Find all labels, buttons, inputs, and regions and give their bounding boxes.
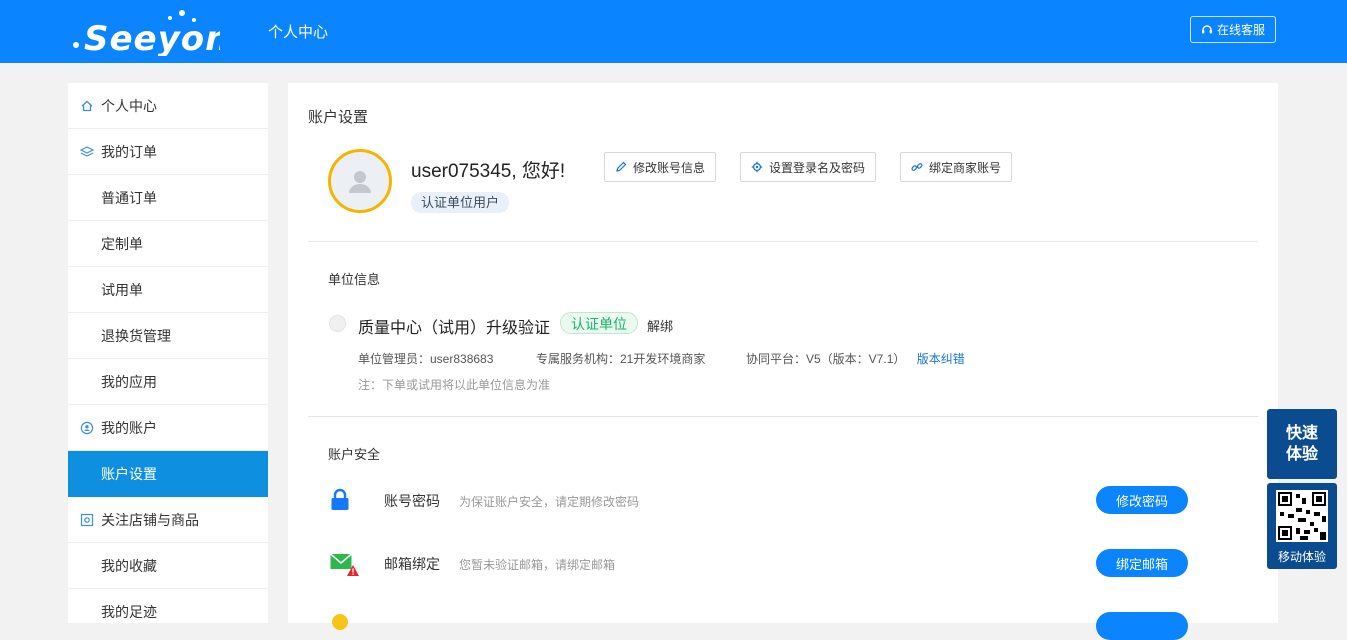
- sidebar-item-returns[interactable]: 退换货管理: [68, 313, 268, 359]
- mobile-experience-label: 移动体验: [1277, 550, 1326, 564]
- sidebar-item-footprints[interactable]: 我的足迹: [68, 589, 268, 623]
- unit-logo: [329, 315, 346, 332]
- bind-merchant-account-button[interactable]: 绑定商家账号: [900, 152, 1013, 182]
- password-label: 账号密码: [384, 493, 440, 509]
- sidebar-item-label: 普通订单: [101, 189, 157, 206]
- sidebar-item-label: 个人中心: [101, 97, 157, 114]
- change-password-button[interactable]: 修改密码: [1096, 486, 1188, 514]
- certified-unit-badge: 认证单位: [560, 312, 638, 334]
- account-icon: [80, 421, 94, 435]
- unit-note: 注：下单或试用将以此单位信息为准: [358, 378, 551, 392]
- sidebar-item-custom-orders[interactable]: 定制单: [68, 221, 268, 267]
- sidebar-item-trial-orders[interactable]: 试用单: [68, 267, 268, 313]
- seeyon-logo[interactable]: Seeyon: [70, 6, 220, 56]
- top-header: Seeyon 个人中心 在线客服: [0, 0, 1347, 63]
- main-panel: 账户设置 user075345, 您好! 认证单位用户 修改账号信息 设置登录名…: [288, 83, 1278, 640]
- sidebar-item-label: 试用单: [101, 281, 143, 298]
- email-label: 邮箱绑定: [384, 556, 440, 572]
- user-greeting: user075345, 您好!: [411, 161, 566, 182]
- set-login-password-label: 设置登录名及密码: [769, 160, 866, 175]
- unit-admin: 单位管理员：user838683: [358, 352, 494, 366]
- unit-name: 质量中心（试用）升级验证: [358, 320, 551, 337]
- online-service-button[interactable]: 在线客服: [1190, 16, 1276, 43]
- pencil-icon: [616, 161, 627, 172]
- unit-platform-text: 协同平台：V5（版本：V7.1）: [746, 352, 906, 366]
- svg-text:Seeyon: Seeyon: [84, 19, 220, 56]
- link-icon: [911, 163, 923, 171]
- sidebar-item-my-account[interactable]: 我的账户: [68, 405, 268, 451]
- unit-info-section-title: 单位信息: [328, 272, 381, 287]
- layers-icon: [80, 145, 94, 159]
- edit-account-info-label: 修改账号信息: [633, 160, 706, 175]
- account-security-section-title: 账户安全: [328, 447, 381, 462]
- email-desc: 您暂未验证邮箱，请绑定邮箱: [459, 558, 616, 572]
- sidebar-item-favorites[interactable]: 我的收藏: [68, 543, 268, 589]
- sidebar-item-followed-stores[interactable]: 关注店铺与商品: [68, 497, 268, 543]
- sidebar-item-label: 定制单: [101, 235, 143, 252]
- lock-icon: [331, 488, 349, 510]
- sidebar-item-label: 退换货管理: [101, 327, 171, 344]
- sidebar-item-my-orders[interactable]: 我的订单: [68, 129, 268, 175]
- header-title: 个人中心: [268, 24, 329, 41]
- unit-service-org: 专属服务机构：21开发环境商家: [536, 352, 706, 366]
- section-divider: [308, 241, 1258, 242]
- sidebar-item-account-settings[interactable]: 账户设置: [68, 451, 268, 497]
- next-row-button[interactable]: [1096, 612, 1188, 640]
- edit-account-info-button[interactable]: 修改账号信息: [604, 152, 717, 182]
- mail-warning-icon: [330, 553, 359, 576]
- sidebar-item-label: 我的账户: [101, 419, 157, 436]
- page-title: 账户设置: [308, 109, 369, 126]
- avatar[interactable]: [328, 149, 392, 213]
- sidebar-item-label: 我的应用: [101, 373, 157, 390]
- phone-status-icon: [332, 614, 348, 630]
- headset-icon: [1201, 24, 1212, 33]
- store-icon: [80, 513, 94, 527]
- sidebar-item-label: 我的足迹: [101, 603, 157, 620]
- mobile-experience-button[interactable]: 移动体验: [1267, 483, 1337, 569]
- version-correction-link[interactable]: 版本纠错: [917, 352, 965, 366]
- password-desc: 为保证账户安全，请定期修改密码: [459, 495, 640, 509]
- gear-icon: [751, 161, 763, 173]
- sidebar: 个人中心 我的订单 普通订单 定制单 试用单 退换货管理 我的应用 我的账户 账…: [68, 83, 268, 623]
- user-placeholder-icon: [349, 171, 371, 193]
- unit-platform: 协同平台：V5（版本：V7.1） 版本纠错: [746, 350, 965, 367]
- sidebar-item-label: 我的收藏: [101, 557, 157, 574]
- set-login-password-button[interactable]: 设置登录名及密码: [740, 152, 877, 182]
- section-divider: [308, 416, 1258, 417]
- certified-user-badge: 认证单位用户: [411, 192, 510, 213]
- sidebar-item-label: 关注店铺与商品: [101, 511, 199, 528]
- unbind-link[interactable]: 解绑: [647, 316, 673, 335]
- sidebar-item-label: 我的订单: [101, 143, 157, 160]
- sidebar-item-personal-center[interactable]: 个人中心: [68, 83, 268, 129]
- online-service-label: 在线客服: [1216, 23, 1265, 37]
- sidebar-item-label: 账户设置: [101, 465, 157, 482]
- qr-code-icon: [1276, 490, 1328, 542]
- home-icon: [80, 99, 94, 113]
- sidebar-item-my-apps[interactable]: 我的应用: [68, 359, 268, 405]
- bind-merchant-account-label: 绑定商家账号: [929, 160, 1002, 175]
- quick-experience-button[interactable]: 快速 体验: [1267, 409, 1337, 479]
- sidebar-item-normal-orders[interactable]: 普通订单: [68, 175, 268, 221]
- bind-email-button[interactable]: 绑定邮箱: [1096, 549, 1188, 577]
